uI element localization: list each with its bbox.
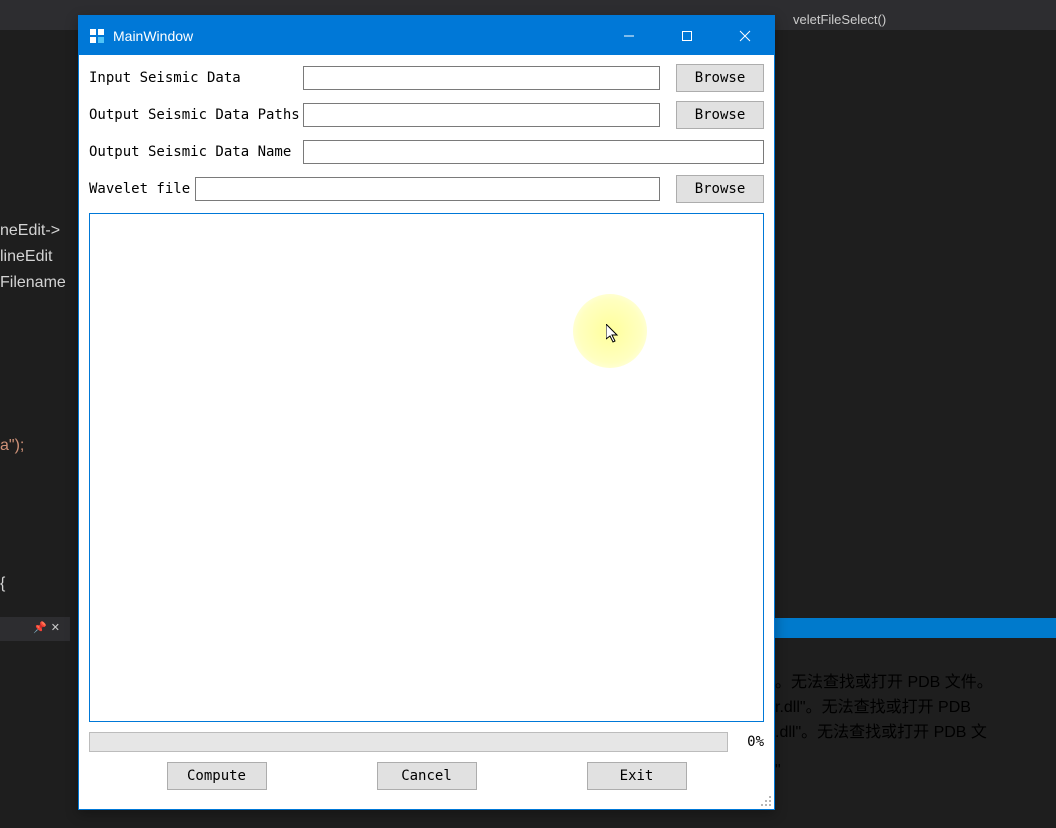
- ide-output-text: 。无法查找或打开 PDB 文件。: [775, 668, 993, 692]
- main-dialog-window: MainWindow Input Seismic Data Browse Out…: [78, 15, 775, 810]
- progress-row: 0%: [89, 731, 764, 753]
- ide-panel-divider: [775, 618, 1056, 638]
- output-name-row: Output Seismic Data Name: [89, 139, 764, 165]
- ide-output-text: .dll"。无法查找或打开 PDB 文: [775, 718, 987, 742]
- ide-code-fragment: {: [0, 575, 5, 593]
- cursor-icon: [606, 324, 620, 344]
- compute-button[interactable]: Compute: [167, 762, 267, 790]
- pin-icon[interactable]: 📌: [33, 621, 47, 634]
- input-seismic-row: Input Seismic Data Browse: [89, 65, 764, 91]
- progress-bar: [89, 732, 728, 752]
- output-paths-row: Output Seismic Data Paths Browse: [89, 102, 764, 128]
- output-paths-label: Output Seismic Data Paths: [89, 107, 297, 123]
- exit-button[interactable]: Exit: [587, 762, 687, 790]
- ide-code-fragment: lineEdit: [0, 248, 52, 266]
- ide-code-fragment: Filename: [0, 274, 66, 292]
- output-name-field[interactable]: [303, 140, 764, 164]
- window-title: MainWindow: [113, 28, 600, 44]
- ide-topbar-function-text: veletFileSelect(): [793, 12, 886, 27]
- canvas-area: [89, 213, 764, 722]
- browse-wavelet-button[interactable]: Browse: [676, 175, 764, 203]
- browse-output-paths-button[interactable]: Browse: [676, 101, 764, 129]
- title-bar[interactable]: MainWindow: [79, 16, 774, 55]
- ide-code-fragment: a");: [0, 437, 24, 455]
- minimize-button[interactable]: [600, 16, 658, 55]
- input-seismic-label: Input Seismic Data: [89, 70, 297, 86]
- ide-panel-icons: 📌 ✕: [33, 621, 60, 634]
- resize-grip[interactable]: [756, 791, 772, 807]
- input-seismic-field[interactable]: [303, 66, 660, 90]
- cancel-button[interactable]: Cancel: [377, 762, 477, 790]
- ide-output-text: ": [775, 762, 781, 780]
- window-body: Input Seismic Data Browse Output Seismic…: [79, 55, 774, 809]
- ide-output-text: r.dll"。无法查找或打开 PDB: [775, 693, 971, 717]
- wavelet-label: Wavelet file: [89, 181, 189, 197]
- action-buttons-row: Compute Cancel Exit: [89, 762, 764, 790]
- output-paths-field[interactable]: [303, 103, 660, 127]
- app-icon: [89, 28, 105, 44]
- browse-input-seismic-button[interactable]: Browse: [676, 64, 764, 92]
- output-name-label: Output Seismic Data Name: [89, 144, 297, 160]
- wavelet-field[interactable]: [195, 177, 660, 201]
- ide-code-fragment: neEdit->: [0, 222, 60, 240]
- progress-percent-label: 0%: [738, 734, 764, 750]
- close-button[interactable]: [716, 16, 774, 55]
- close-icon[interactable]: ✕: [51, 621, 60, 634]
- maximize-button[interactable]: [658, 16, 716, 55]
- window-controls: [600, 16, 774, 55]
- wavelet-row: Wavelet file Browse: [89, 176, 764, 202]
